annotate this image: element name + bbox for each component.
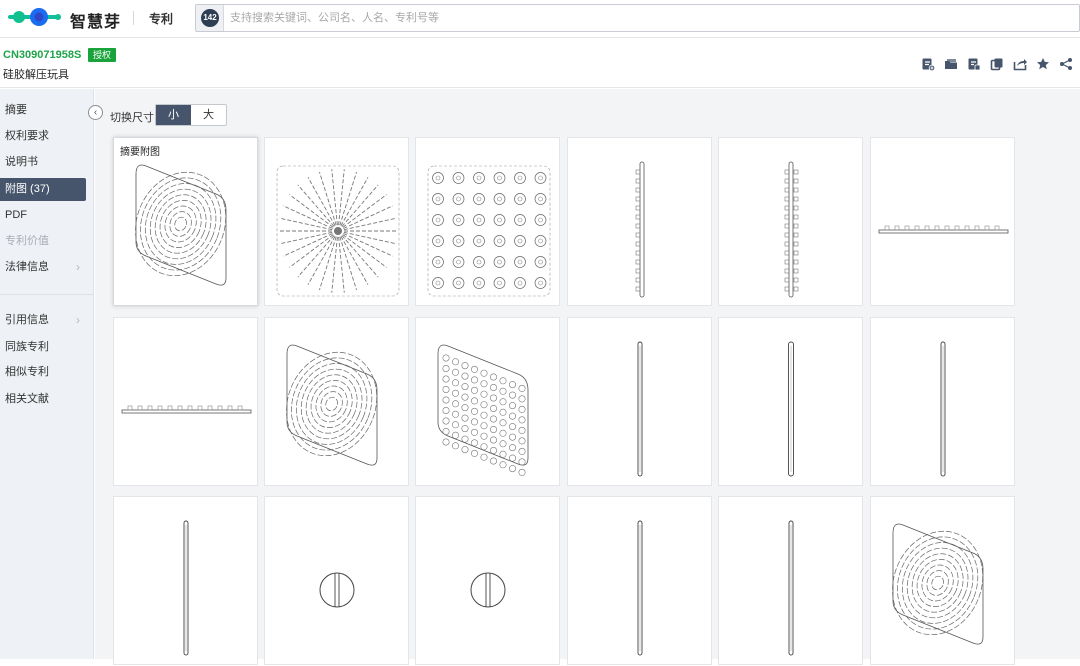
chevron-right-icon: › [76,260,80,274]
size-large-button[interactable]: 大 [191,105,226,125]
sidebar-item-citations[interactable]: 引用信息 › [0,309,86,332]
sidebar-item-pdf[interactable]: PDF [0,204,86,227]
figure-drawing [183,520,189,656]
size-small-button[interactable]: 小 [156,105,191,125]
figure-drawing [637,520,643,656]
share-box-icon[interactable] [1013,57,1027,71]
figure-drawing [892,523,984,645]
header-divider [133,11,134,25]
sidebar-item-description[interactable]: 说明书 [0,151,86,174]
sidebar-item-literature[interactable]: 相关文献 [0,388,86,411]
figure-thumbnail[interactable] [870,137,1015,306]
sidebar-item-family[interactable]: 同族专利 [0,336,86,359]
figure-thumbnail[interactable] [264,317,409,486]
sidebar-nav: 摘要 权利要求 说明书 附图 (37) PDF 专利价值 法律信息 › 引用信息 ›… [0,89,94,659]
sidebar-item-figures[interactable]: 附图 (37) [0,178,86,201]
figure-thumbnail[interactable] [113,317,258,486]
folder-icon[interactable] [944,57,958,71]
search-count-badge: 142 [201,9,219,27]
figure-drawing [437,344,529,476]
figure-thumbnail[interactable] [415,137,560,306]
toolbar-icons [921,57,1073,72]
sidebar-item-label: 法律信息 [5,261,49,273]
figure-drawing [788,341,794,477]
figure-thumbnail[interactable] [718,137,863,306]
status-badge: 授权 [88,48,117,62]
sidebar-item-similar[interactable]: 相似专利 [0,361,86,384]
figure-thumbnail[interactable]: 摘要附图 [113,137,258,306]
figure-thumbnail[interactable] [415,496,560,665]
copy-icon[interactable] [990,57,1004,71]
add-note-icon[interactable] [921,57,936,72]
sidebar-item-abstract[interactable]: 摘要 [0,99,86,122]
sidebar-item-legal[interactable]: 法律信息 › [0,256,86,279]
search-box[interactable]: 142 [195,4,1080,32]
figure-thumbnail[interactable] [567,137,712,306]
patent-title: 硅胶解压玩具 [3,69,69,81]
search-input[interactable] [230,9,1030,27]
figure-drawing [470,572,506,608]
figure-drawing [788,520,794,656]
sidebar-item-claims[interactable]: 权利要求 [0,125,86,148]
brand-logo[interactable] [6,6,66,28]
sidebar-item-label: 引用信息 [5,314,49,326]
figures-panel: 切换尺寸 小 大 摘要附图 [95,89,1080,665]
sidebar-divider [0,294,94,295]
figure-thumbnail[interactable] [718,496,863,665]
search-prefix[interactable]: 142 [196,5,224,31]
figure-thumbnail[interactable] [567,317,712,486]
figure-thumbnail[interactable] [718,317,863,486]
star-icon[interactable] [1036,57,1050,71]
figure-drawing [135,164,227,286]
brand-name[interactable]: 智慧芽 [70,8,121,32]
figure-drawing [940,341,946,477]
patent-number[interactable]: CN309071958S [3,49,81,61]
figure-thumbnail[interactable] [567,496,712,665]
chevron-right-icon: › [76,313,80,327]
figure-drawing [878,225,1009,234]
figure-drawing [276,165,400,297]
figure-drawing [319,572,355,608]
figure-thumbnail[interactable] [264,496,409,665]
figure-drawing [121,405,252,414]
figure-drawing [427,165,551,297]
collapse-sidebar-icon[interactable]: ‹ [88,105,103,120]
size-toggle: 小 大 [155,104,227,126]
figure-drawing [637,341,643,477]
top-bar: 智慧芽 专利 142 [0,0,1080,38]
sidebar-item-value[interactable]: 专利价值 [0,230,86,253]
abstract-figure-label: 摘要附图 [120,147,160,158]
export-icon[interactable] [967,57,981,71]
figure-thumbnail[interactable] [415,317,560,486]
share-icon[interactable] [1059,57,1073,71]
figure-thumbnail[interactable] [264,137,409,306]
product-label[interactable]: 专利 [149,10,173,27]
figure-thumbnail[interactable] [870,496,1015,665]
figure-drawing [286,344,378,466]
figure-drawing [784,161,799,298]
figure-thumbnail[interactable] [870,317,1015,486]
size-label: 切换尺寸 [110,112,154,124]
patent-header: CN309071958S 授权 硅胶解压玩具 [0,39,1080,88]
figure-drawing [635,161,645,298]
figure-thumbnail[interactable] [113,496,258,665]
